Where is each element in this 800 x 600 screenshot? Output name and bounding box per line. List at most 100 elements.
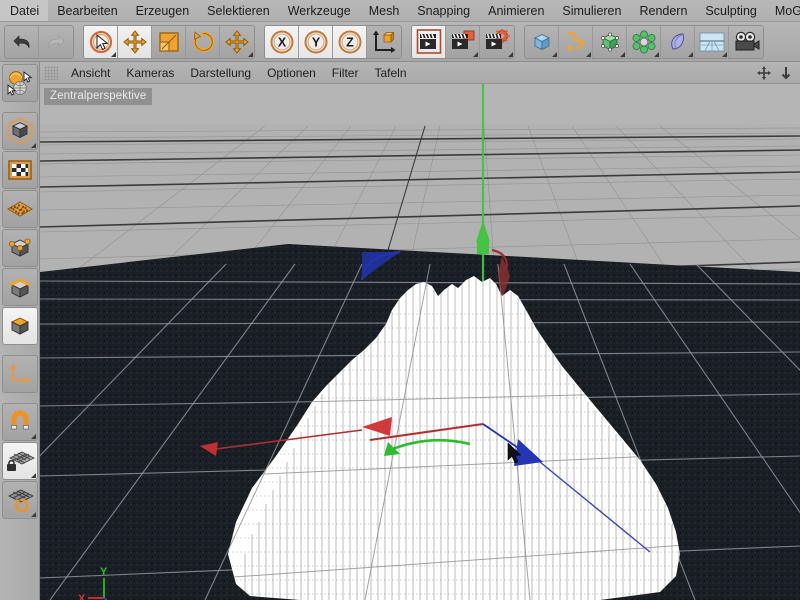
svg-text:Y: Y xyxy=(311,35,320,49)
menu-mograph[interactable]: MoGraph xyxy=(766,0,800,21)
svg-text:X: X xyxy=(277,35,286,49)
menu-rendern[interactable]: Rendern xyxy=(630,0,696,21)
axis-y-icon: Y xyxy=(304,30,327,53)
axis-lock-z-button[interactable]: Z xyxy=(333,25,367,58)
button-options-corner xyxy=(654,51,659,57)
magnet-icon xyxy=(10,410,29,430)
menu-sculpting[interactable]: Sculpting xyxy=(696,0,765,21)
zoom-view-icon[interactable] xyxy=(778,65,794,81)
viewport-3d-canvas[interactable]: Zentralperspektive Y X xyxy=(40,84,800,600)
vp-menu-darstellung[interactable]: Darstellung xyxy=(182,62,259,84)
scale-tool-button[interactable] xyxy=(152,25,186,58)
points-grid-icon xyxy=(6,201,33,217)
deformer-button[interactable] xyxy=(661,25,695,58)
main-menu-bar: Datei Bearbeiten Erzeugen Selektieren We… xyxy=(0,0,800,22)
render-view-button[interactable] xyxy=(412,25,446,58)
cube-primitive-button[interactable] xyxy=(525,25,559,58)
menu-bearbeiten[interactable]: Bearbeiten xyxy=(48,0,126,21)
nurbs-button[interactable] xyxy=(593,25,627,58)
vp-menu-ansicht[interactable]: Ansicht xyxy=(63,62,118,84)
texture-checker-icon xyxy=(7,160,32,180)
sidebar-model-mode[interactable] xyxy=(1,112,38,150)
environment-button[interactable] xyxy=(695,25,729,58)
viewport-nav-icons xyxy=(756,65,794,81)
sidebar-workplane-rotate[interactable] xyxy=(1,481,38,519)
menu-snapping[interactable]: Snapping xyxy=(408,0,479,21)
polygon-cube-icon xyxy=(10,317,29,335)
vp-menu-kameras[interactable]: Kameras xyxy=(118,62,182,84)
button-options-corner xyxy=(30,512,36,517)
grid-lock-icon xyxy=(6,451,35,471)
sidebar-tool-palette[interactable] xyxy=(1,64,38,102)
axis-gizmo-y-label: Y xyxy=(100,566,108,578)
sidebar-snap-magnet[interactable] xyxy=(1,403,38,441)
application-window: Datei Bearbeiten Erzeugen Selektieren We… xyxy=(0,0,800,600)
nurbs-icon xyxy=(600,32,619,51)
cube-primitive-icon xyxy=(533,33,550,50)
sphere-cursor-icon xyxy=(7,71,32,96)
render-picture-viewer-button[interactable] xyxy=(446,25,480,58)
main-toolbar: X Y Z xyxy=(0,22,800,62)
menu-erzeugen[interactable]: Erzeugen xyxy=(127,0,199,21)
sidebar-polygon-mode[interactable] xyxy=(1,307,38,345)
toolbar-group-transform xyxy=(83,24,255,59)
scene-render: Y X Z xyxy=(40,84,800,600)
axis-lock-y-button[interactable]: Y xyxy=(299,25,333,58)
spline-icon xyxy=(566,31,584,51)
redo-button[interactable] xyxy=(39,25,73,58)
rotate-icon xyxy=(193,30,214,52)
menu-animieren[interactable]: Animieren xyxy=(479,0,553,21)
button-options-corner xyxy=(473,51,478,57)
viewport-camera-label: Zentralperspektive xyxy=(44,88,153,105)
pan-view-icon[interactable] xyxy=(756,65,772,81)
vp-menu-optionen[interactable]: Optionen xyxy=(259,62,324,84)
menu-werkzeuge[interactable]: Werkzeuge xyxy=(279,0,360,21)
scale-icon xyxy=(158,31,179,52)
axis-z-icon: Z xyxy=(338,30,361,53)
viewport-grip-handle[interactable] xyxy=(44,65,58,80)
redo-icon xyxy=(48,34,65,48)
menu-simulieren[interactable]: Simulieren xyxy=(553,0,630,21)
viewport-menu-bar: Ansicht Kameras Darstellung Optionen Fil… xyxy=(40,62,800,84)
axis-gizmo-x-label: X xyxy=(78,593,86,600)
menu-mesh[interactable]: Mesh xyxy=(360,0,409,21)
sidebar-axis-mode[interactable] xyxy=(1,355,38,393)
sidebar-workplane-mode[interactable] xyxy=(1,190,38,228)
world-object-coordinates-icon xyxy=(373,30,396,53)
edge-cube-icon xyxy=(9,278,30,298)
live-selection-button[interactable] xyxy=(84,25,118,58)
undo-icon xyxy=(13,34,29,48)
undo-button[interactable] xyxy=(5,25,39,58)
svg-text:Z: Z xyxy=(346,35,354,49)
sidebar-texture-mode[interactable] xyxy=(1,151,38,189)
sidebar-point-mode[interactable] xyxy=(1,229,38,267)
menu-datei[interactable]: Datei xyxy=(0,0,49,21)
rotate-tool-button[interactable] xyxy=(186,25,220,58)
array-icon xyxy=(632,30,655,53)
toolbar-group-axis-lock: X Y Z xyxy=(264,24,402,59)
move-alt-tool-button[interactable] xyxy=(220,25,254,58)
render-settings-button[interactable] xyxy=(480,25,514,58)
sidebar-workplane-lock[interactable] xyxy=(1,442,38,480)
select-cursor-icon xyxy=(89,30,112,53)
toolbar-group-render xyxy=(411,24,515,59)
sidebar-edge-mode[interactable] xyxy=(1,268,38,306)
camera-icon xyxy=(735,31,760,50)
spline-button[interactable] xyxy=(559,25,593,58)
render-settings-icon xyxy=(486,28,510,49)
menu-selektieren[interactable]: Selektieren xyxy=(198,0,279,21)
array-button[interactable] xyxy=(627,25,661,58)
button-options-corner xyxy=(722,51,727,57)
toolbar-group-objects xyxy=(524,24,764,59)
vp-menu-filter[interactable]: Filter xyxy=(324,62,367,84)
coordinate-system-button[interactable] xyxy=(367,25,401,58)
button-options-corner xyxy=(586,51,591,57)
move-icon xyxy=(122,29,147,54)
vp-menu-tafeln[interactable]: Tafeln xyxy=(366,62,414,84)
deformer-icon xyxy=(670,33,684,49)
camera-button[interactable] xyxy=(729,25,763,58)
axis-lock-x-button[interactable]: X xyxy=(265,25,299,58)
button-options-corner xyxy=(552,51,557,57)
move-tool-button[interactable] xyxy=(118,25,152,58)
button-options-corner xyxy=(30,143,36,148)
